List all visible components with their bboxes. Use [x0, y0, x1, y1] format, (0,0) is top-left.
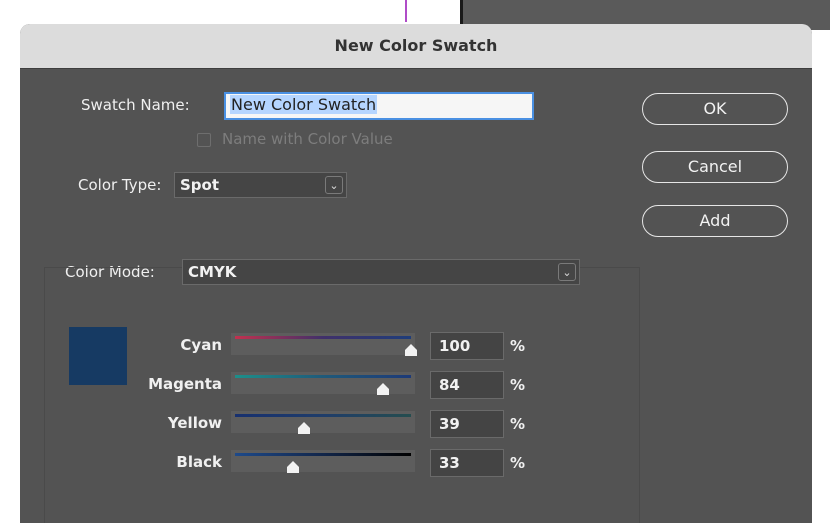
swatch-name-value: New Color Swatch	[230, 95, 378, 114]
cyan-slider[interactable]	[231, 333, 417, 356]
swatch-name-label: Swatch Name:	[81, 96, 190, 114]
cyan-slider-track	[235, 336, 411, 339]
yellow-label: Yellow	[167, 414, 222, 432]
chevron-down-icon: ⌄	[325, 176, 343, 194]
magenta-label: Magenta	[148, 375, 222, 393]
yellow-value-input[interactable]: 39	[430, 410, 504, 438]
magenta-slider-track	[235, 375, 411, 378]
name-with-color-value-label: Name with Color Value	[222, 130, 393, 148]
yellow-slider[interactable]	[231, 411, 415, 434]
dialog-body: Swatch Name: New Color Swatch Name with …	[20, 69, 812, 523]
black-slider[interactable]	[231, 450, 415, 473]
yellow-unit: %	[510, 415, 526, 433]
black-unit: %	[510, 454, 526, 472]
color-type-select[interactable]: Spot ⌄	[174, 172, 347, 198]
cyan-label: Cyan	[180, 336, 222, 354]
color-mode-group	[44, 267, 640, 523]
color-type-label: Color Type:	[78, 176, 162, 194]
chevron-down-icon: ⌄	[558, 263, 576, 281]
swatch-name-input[interactable]: New Color Swatch	[224, 92, 534, 120]
magenta-value-input[interactable]: 84	[430, 371, 504, 399]
black-value-input[interactable]: 33	[430, 449, 504, 477]
color-mode-select[interactable]: CMYK ⌄	[182, 259, 580, 285]
cyan-value-input[interactable]: 100	[430, 332, 504, 360]
color-type-value: Spot	[180, 176, 220, 194]
magenta-unit: %	[510, 376, 526, 394]
color-mode-value: CMYK	[188, 263, 237, 281]
magenta-slider[interactable]	[231, 372, 415, 395]
background-guide-line	[405, 0, 407, 22]
black-label: Black	[176, 453, 222, 471]
cancel-button[interactable]: Cancel	[642, 151, 788, 183]
dialog-title: New Color Swatch	[20, 24, 812, 69]
cyan-unit: %	[510, 337, 526, 355]
yellow-slider-track	[235, 414, 411, 417]
color-preview-swatch	[69, 327, 127, 385]
new-color-swatch-dialog: New Color Swatch Swatch Name: New Color …	[20, 24, 812, 523]
black-slider-track	[235, 453, 411, 456]
name-with-color-value-checkbox[interactable]	[197, 133, 211, 147]
add-button[interactable]: Add	[642, 205, 788, 237]
ok-button[interactable]: OK	[642, 93, 788, 125]
